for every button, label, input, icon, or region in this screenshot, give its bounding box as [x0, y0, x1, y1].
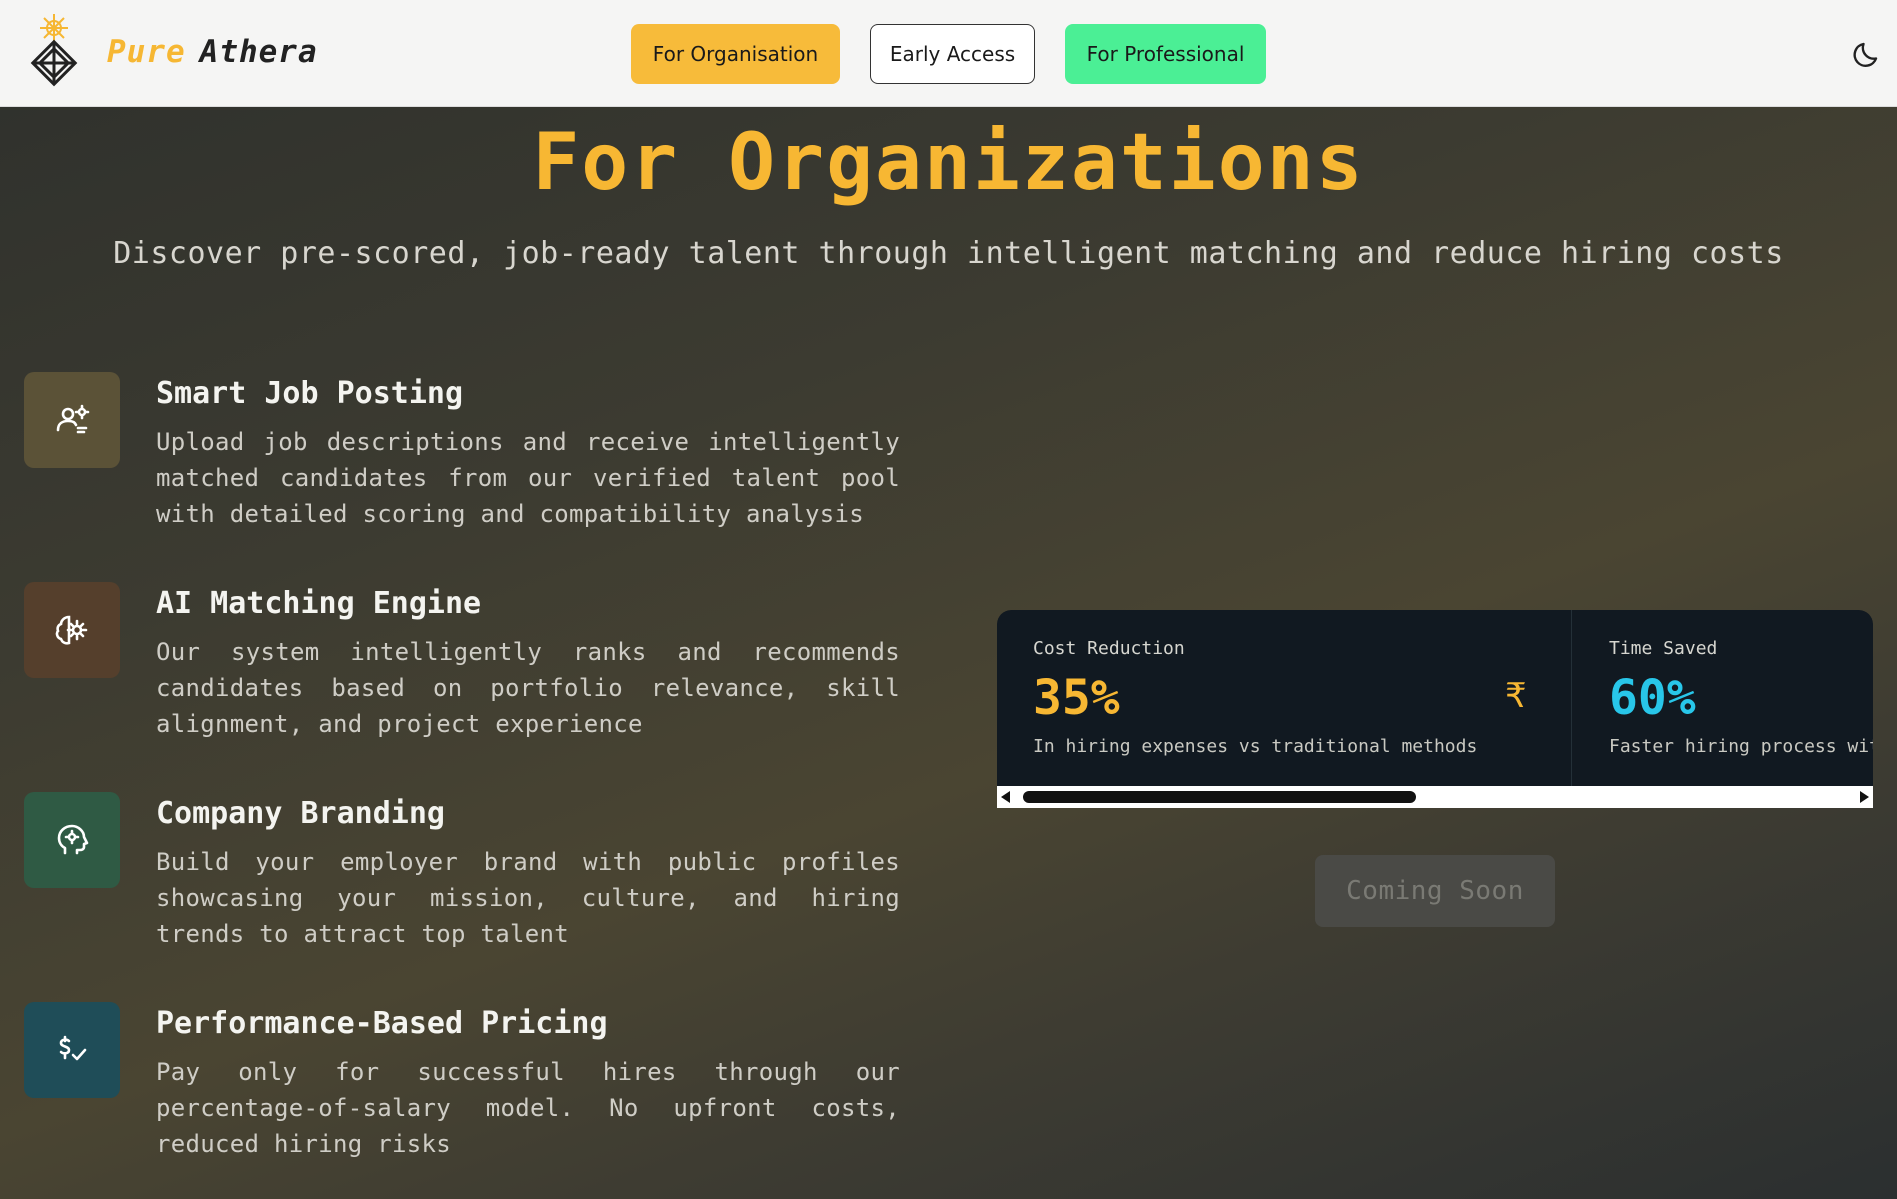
- feature-title: Company Branding: [156, 796, 445, 831]
- feature-title: Performance-Based Pricing: [156, 1006, 608, 1041]
- for-organisation-button[interactable]: For Organisation: [631, 24, 840, 84]
- dollar-check-icon: [24, 1002, 120, 1098]
- stat-note: In hiring expenses vs traditional method…: [1033, 736, 1478, 757]
- scroll-left-arrow-icon[interactable]: [1001, 791, 1010, 803]
- brand-part-pure: Pure: [107, 34, 186, 70]
- logo-icon[interactable]: [24, 12, 84, 96]
- rupee-icon: ₹: [1505, 676, 1527, 716]
- feature-title: Smart Job Posting: [156, 376, 464, 411]
- stats-card: Cost Reduction 35% ₹ In hiring expenses …: [997, 610, 1873, 786]
- user-cog-icon: [24, 372, 120, 468]
- brand-part-athera: Athera: [199, 34, 318, 70]
- stat-cost-reduction: Cost Reduction 35% ₹ In hiring expenses …: [997, 610, 1572, 786]
- for-professional-button[interactable]: For Professional: [1065, 24, 1266, 84]
- stats-carousel[interactable]: Cost Reduction 35% ₹ In hiring expenses …: [997, 610, 1873, 808]
- stat-label: Cost Reduction: [1033, 638, 1185, 659]
- early-access-button[interactable]: Early Access: [870, 24, 1035, 84]
- feature-title: AI Matching Engine: [156, 586, 482, 621]
- stat-note: Faster hiring process wit: [1609, 736, 1873, 757]
- page-subtitle: Discover pre-scored, job-ready talent th…: [113, 236, 1784, 271]
- coming-soon-button[interactable]: Coming Soon: [1315, 855, 1555, 927]
- stat-time-saved: Time Saved 60% Faster hiring process wit: [1573, 610, 1873, 786]
- feature-description: Our system intelligently ranks and recom…: [156, 638, 900, 738]
- top-navbar: Pure Athera For Organisation Early Access…: [0, 0, 1897, 107]
- feature-description: Pay only for successful hires through ou…: [156, 1058, 900, 1158]
- horizontal-scrollbar[interactable]: [997, 786, 1873, 808]
- scrollbar-thumb[interactable]: [1023, 791, 1416, 803]
- feature-description: Upload job descriptions and receive inte…: [156, 428, 900, 528]
- brain-cog-icon: [24, 582, 120, 678]
- stat-label: Time Saved: [1609, 638, 1718, 659]
- moon-icon[interactable]: [1851, 38, 1883, 70]
- page-title: For Organizations: [532, 118, 1365, 208]
- stat-value: 35%: [1033, 670, 1120, 726]
- head-gear-icon: [24, 792, 120, 888]
- stat-value: 60%: [1609, 670, 1696, 726]
- brand-name[interactable]: Pure Athera: [107, 34, 318, 70]
- feature-description: Build your employer brand with public pr…: [156, 848, 900, 948]
- scroll-right-arrow-icon[interactable]: [1860, 791, 1869, 803]
